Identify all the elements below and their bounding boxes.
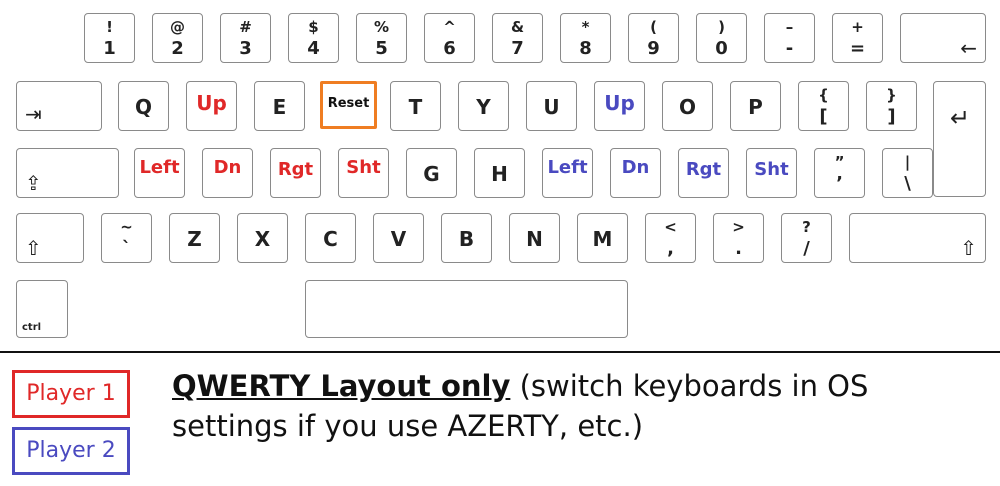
tab-arrow-icon: ⇥ [25,102,42,126]
key-backspace: ← [900,13,986,63]
key-slash: ? / [781,213,832,263]
key-ctrl: ctrl [16,280,68,338]
key-1: ! 1 [84,13,135,63]
key-s-p1-down: Dn [202,148,253,198]
key-v: V [373,213,424,263]
key-y: Y [458,81,509,131]
layout-note: QWERTY Layout only (switch keyboards in … [172,366,972,446]
key-7: & 7 [492,13,543,63]
shift-icon: ⇧ [960,236,977,260]
key-x: X [237,213,288,263]
key-right-bracket: }] [866,81,917,131]
key-u: U [526,81,577,131]
key-p: P [730,81,781,131]
shift-icon: ⇧ [25,236,42,260]
enter-arrow-icon: ↵ [950,104,971,132]
key-n: N [509,213,560,263]
legend-player-2: Player 2 [12,427,130,475]
key-3: #3 [220,13,271,63]
key-2: @2 [152,13,203,63]
key-left-bracket: {[ [798,81,849,131]
legend-player-1: Player 1 [12,370,130,418]
key-t: T [390,81,441,131]
key-left-shift: ⇧ [16,213,84,263]
layout-note-emphasis: QWERTY Layout only [172,369,511,403]
key-tab: ⇥ [16,81,102,131]
key-9: (9 [628,13,679,63]
key-f-p1-shoot: Sht [338,148,389,198]
key-right-shift: ⇧ [849,213,986,263]
key-i-p2-up: Up [594,81,645,131]
key-e: E [254,81,305,131]
key-l-p2-right: Rgt [678,148,729,198]
key-backslash: | \ [882,148,933,198]
key-8: * 8 [560,13,611,63]
backspace-arrow-icon: ← [960,36,977,60]
key-capslock: ⇪ [16,148,119,198]
key-equals: + = [832,13,883,63]
key-r-reset: Reset [320,81,377,129]
key-quote: ”’ [814,148,865,198]
key-5: % 5 [356,13,407,63]
key-j-p2-left: Left [542,148,593,198]
key-w-p1-up: Up [186,81,237,131]
key-g: G [406,148,457,198]
key-backtick: ~ ` [101,213,152,263]
divider [0,351,1000,353]
key-4: $4 [288,13,339,63]
key-o: O [662,81,713,131]
key-c: C [305,213,356,263]
key-b: B [441,213,492,263]
key-q: Q [118,81,169,131]
key-period: >. [713,213,764,263]
key-0: ) 0 [696,13,747,63]
key-space [305,280,628,338]
key-6: ^ 6 [424,13,475,63]
key-comma: <, [645,213,696,263]
key-minus: – - [764,13,815,63]
key-z: Z [169,213,220,263]
key-d-p1-right: Rgt [270,148,321,198]
key-enter: ↵ [933,81,986,197]
key-a-p1-left: Left [134,148,185,198]
key-k-p2-down: Dn [610,148,661,198]
key-semicolon-p2-shoot: Sht [746,148,797,198]
key-h: H [474,148,525,198]
key-m: M [577,213,628,263]
capslock-icon: ⇪ [25,171,42,195]
